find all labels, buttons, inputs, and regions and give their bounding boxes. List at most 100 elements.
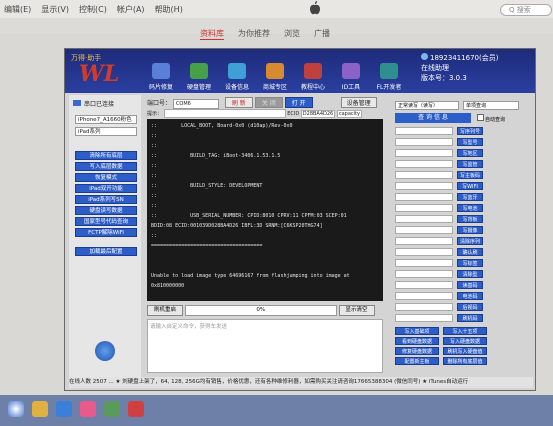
value-field[interactable] <box>395 303 453 311</box>
side-action-button[interactable]: 写背板 <box>457 215 483 223</box>
folder-icon[interactable] <box>32 401 48 417</box>
write-base-button[interactable]: 写入底层数据 <box>75 162 137 171</box>
country-code-button[interactable]: 国家型号代码查询 <box>75 217 137 226</box>
console-line: :: LOCAL_BOOT, Board-0x0 (d10ap)/Rev-0x0 <box>151 123 293 129</box>
side-action-button[interactable]: 写蓝牙 <box>457 193 483 201</box>
fctp-wifi-button[interactable]: FCTP解除WiFi <box>75 228 137 237</box>
device-model-select[interactable]: iPhone7_A1660粉色 <box>75 115 137 124</box>
value-field[interactable] <box>395 270 453 278</box>
series-select[interactable]: iPad系列 <box>75 127 137 136</box>
bottom-action-button[interactable]: 配置新主板 <box>395 357 439 365</box>
side-action-button[interactable]: 清除型 <box>457 270 483 278</box>
open-port-button[interactable]: 打 开 <box>284 97 313 108</box>
tab-for-you[interactable]: 为你推荐 <box>238 28 270 40</box>
side-action-button[interactable]: 写电池 <box>457 204 483 212</box>
bottom-action-button[interactable]: 刷机写入硬盘值 <box>443 347 487 355</box>
bottom-action-button[interactable]: 修复硬盘数据 <box>395 347 439 355</box>
value-field[interactable] <box>395 314 453 322</box>
nav-device-info[interactable]: 设备信息 <box>219 53 255 91</box>
device-manager-button[interactable]: 设备管理 <box>340 97 377 108</box>
side-action-button[interactable]: 确认刷 <box>457 248 483 256</box>
value-field[interactable] <box>395 204 453 212</box>
user-phone: 18923411670(会员) <box>430 54 499 62</box>
value-field[interactable] <box>395 226 453 234</box>
value-field[interactable] <box>395 127 453 135</box>
side-action-button[interactable]: 写监管 <box>457 160 483 168</box>
tab-browse[interactable]: 浏览 <box>284 28 300 40</box>
bottom-action-button[interactable]: 看到硬盘数据 <box>395 337 439 345</box>
menu-view[interactable]: 显示(V) <box>41 4 69 15</box>
value-field[interactable] <box>395 160 453 168</box>
value-field[interactable] <box>395 193 453 201</box>
query-info-button[interactable]: 查 询 信 息 <box>395 113 471 123</box>
menu-account[interactable]: 帐户(A) <box>117 4 145 15</box>
refresh-button[interactable]: 刷 新 <box>224 97 253 108</box>
ipad-dual-button[interactable]: iPad双开功能 <box>75 184 137 193</box>
clear-all-button[interactable]: 清除所有底层 <box>75 151 137 160</box>
console-output: :: LOCAL_BOOT, Board-0x0 (d10ap)/Rev-0x0… <box>147 119 383 301</box>
rw-mode-select[interactable]: 正常读写（读写） <box>395 101 459 110</box>
value-field[interactable] <box>395 138 453 146</box>
nav-shop[interactable]: 商城专区 <box>257 53 293 91</box>
side-action-button[interactable]: 清除序列 <box>457 237 483 245</box>
side-action-button[interactable]: 读基码 <box>457 281 483 289</box>
value-field[interactable] <box>395 149 453 157</box>
auto-query-checkbox[interactable]: 自动查询 <box>477 114 505 123</box>
disk-rw-button[interactable]: 硬盘读写数据 <box>75 206 137 215</box>
nav-tutorial[interactable]: 教程中心 <box>295 53 331 91</box>
menu-bar: 编辑(E) 显示(V) 控制(C) 帐户(A) 帮助(H) <box>0 0 553 18</box>
side-action-button[interactable]: 写标签 <box>457 259 483 267</box>
port-select[interactable]: COM6 <box>172 99 219 109</box>
value-field[interactable] <box>395 182 453 190</box>
console-line: Unable to load image type 64696167 from … <box>151 273 350 279</box>
flash-restart-button[interactable]: 刷机重启 <box>147 305 183 316</box>
value-field[interactable] <box>395 215 453 223</box>
shield-icon <box>380 63 398 79</box>
value-field[interactable] <box>395 259 453 267</box>
side-action-button[interactable]: 后视码 <box>457 303 483 311</box>
tab-radio[interactable]: 广播 <box>314 28 330 40</box>
nav-developer[interactable]: FL开发者 <box>371 53 407 91</box>
itunes-icon[interactable] <box>80 401 96 417</box>
command-input[interactable]: 请输入自定义命令，获得车发送 <box>147 319 383 373</box>
value-field[interactable] <box>395 292 453 300</box>
user-info: 18923411670(会员) 在线助理 版本号：3.0.3 <box>421 53 499 82</box>
restore-mode-button[interactable]: 恢复模式 <box>75 173 137 182</box>
side-action-button[interactable]: 刷机码 <box>457 314 483 322</box>
tab-library[interactable]: 资料库 <box>200 28 224 40</box>
nav-id-tools[interactable]: ID工具 <box>333 53 369 91</box>
search-input[interactable]: Q 搜索 <box>500 4 552 16</box>
single-query-select[interactable]: 单项查询 <box>463 101 519 110</box>
close-port-button[interactable]: 关 闭 <box>254 97 283 108</box>
load-config-button[interactable]: 加载最后配置 <box>75 247 137 256</box>
menu-help[interactable]: 帮助(H) <box>155 4 183 15</box>
app2-icon[interactable] <box>128 401 144 417</box>
wl-app-window: 万得·助手 WL 码片修复 硬盘管理 设备信息 商城专区 教程中心 ID工具 F… <box>64 48 536 391</box>
side-action-button[interactable]: 写WIFI <box>457 182 483 190</box>
bottom-action-button[interactable]: 写入硬盘数据 <box>443 337 487 345</box>
side-action-button[interactable]: 写地区 <box>457 149 483 157</box>
nav-disk-manage[interactable]: 硬盘管理 <box>181 53 217 91</box>
browser-icon[interactable] <box>56 401 72 417</box>
value-field[interactable] <box>395 171 453 179</box>
menu-edit[interactable]: 编辑(E) <box>4 4 31 15</box>
bottom-action-button[interactable]: 写入十五项 <box>443 327 487 335</box>
side-action-button[interactable]: 写序列号 <box>457 127 483 135</box>
apple-icon <box>310 1 320 15</box>
side-action-button[interactable]: 写主板码 <box>457 171 483 179</box>
menu-control[interactable]: 控制(C) <box>79 4 107 15</box>
start-icon[interactable] <box>8 401 24 417</box>
bottom-action-button[interactable]: 写入基础项 <box>395 327 439 335</box>
clear-display-button[interactable]: 显示清空 <box>338 305 375 316</box>
value-field[interactable] <box>395 237 453 245</box>
value-field[interactable] <box>395 248 453 256</box>
nav-chip-repair[interactable]: 码片修复 <box>143 53 179 91</box>
side-action-button[interactable]: 电池码 <box>457 292 483 300</box>
nav-online-help[interactable]: 在线助理 <box>421 63 498 73</box>
app-icon[interactable] <box>104 401 120 417</box>
value-field[interactable] <box>395 281 453 289</box>
ipad-write-sn-button[interactable]: iPad系列写SN <box>75 195 137 204</box>
side-action-button[interactable]: 写摄像 <box>457 226 483 234</box>
bottom-action-button[interactable]: 删除所有底层值 <box>443 357 487 365</box>
side-action-button[interactable]: 写型号 <box>457 138 483 146</box>
